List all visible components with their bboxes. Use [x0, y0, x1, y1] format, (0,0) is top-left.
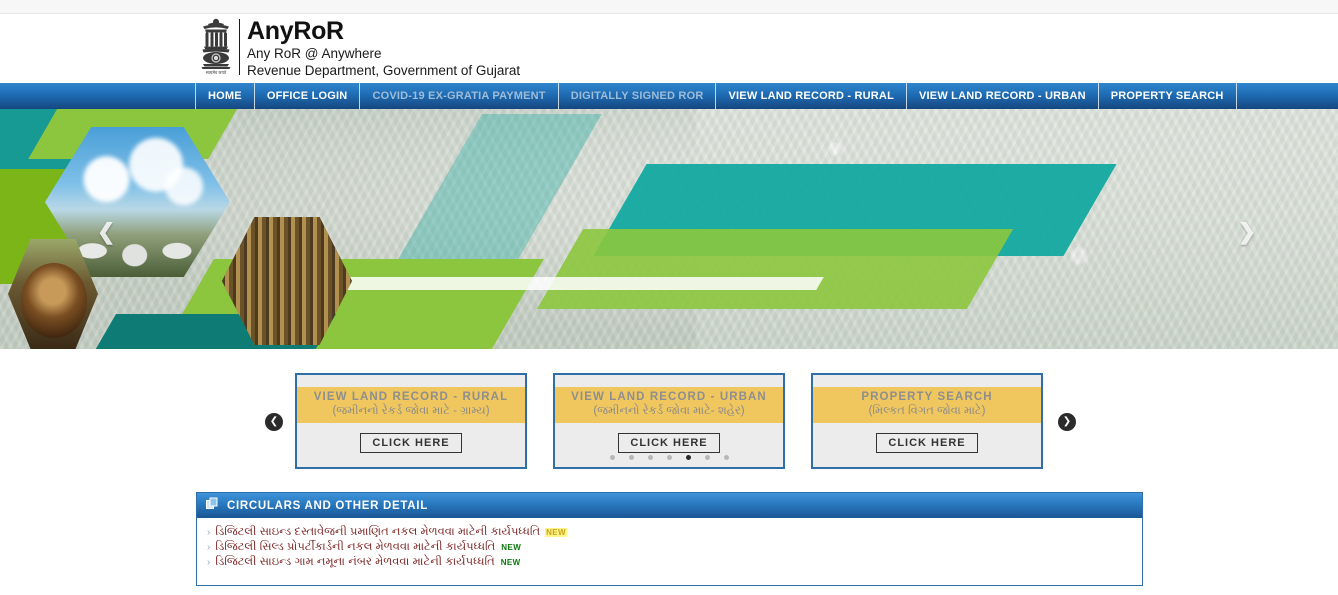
- chevron-right-icon: ›: [207, 526, 211, 538]
- circular-link[interactable]: › ડિજિટલી સાઇન્ડ દસ્તાવેજની પ્રમાણિત નકલ …: [207, 526, 1142, 539]
- main-navigation: HOME OFFICE LOGIN COVID-19 EX-GRATIA PAYME…: [0, 83, 1338, 113]
- cards-next-button[interactable]: ❯: [1058, 413, 1076, 431]
- service-card-click-here-button[interactable]: CLICK HERE: [876, 433, 978, 453]
- service-card-title-gu: (મિલ્કત વિગત જોવા માટે): [868, 405, 986, 417]
- nav-item-digitally-signed-ror[interactable]: DIGITALLY SIGNED ROR: [559, 83, 717, 109]
- service-card-title-en: VIEW LAND RECORD - URBAN: [571, 391, 767, 403]
- cards-pagination-dot[interactable]: [685, 455, 691, 460]
- logo-divider: [239, 19, 240, 75]
- banner-prev-arrow[interactable]: ❮: [97, 221, 115, 243]
- circular-link-text: ડિજિટલી સિલ્ડ પ્રોપર્ટીકાર્ડની નકલ મેળવવ…: [215, 541, 496, 553]
- cards-pagination-dot[interactable]: [723, 455, 729, 460]
- site-logo[interactable]: सत्यमेव जयते AnyRoR Any RoR @ Anywhere R…: [195, 17, 520, 79]
- site-header: सत्यमेव जयते AnyRoR Any RoR @ Anywhere R…: [0, 14, 1338, 83]
- site-department: Revenue Department, Government of Gujara…: [247, 63, 521, 78]
- nav-item-office-login[interactable]: OFFICE LOGIN: [255, 83, 361, 109]
- service-card-click-here-button[interactable]: CLICK HERE: [360, 433, 462, 453]
- cards-pagination-dot[interactable]: [628, 455, 634, 460]
- cards-pagination-dot[interactable]: [647, 455, 653, 460]
- new-badge: NEW: [500, 558, 521, 567]
- chevron-right-icon: ›: [207, 541, 211, 553]
- cards-pagination: [0, 455, 1338, 460]
- new-badge: NEW: [545, 528, 567, 537]
- cards-prev-button[interactable]: ❮: [265, 413, 283, 431]
- service-card-band: VIEW LAND RECORD - RURAL (જમીનનો રેકર્ડ જ…: [297, 387, 525, 423]
- site-title: AnyRoR: [247, 17, 344, 45]
- circulars-panel-title: CIRCULARS AND OTHER DETAIL: [227, 499, 428, 512]
- hero-banner-carousel[interactable]: ❮ ❯: [0, 109, 1338, 349]
- service-card-click-here-button[interactable]: CLICK HERE: [618, 433, 720, 453]
- circulars-list: › ડિજિટલી સાઇન્ડ દસ્તાવેજની પ્રમાણિત નકલ …: [197, 518, 1142, 585]
- nav-item-home[interactable]: HOME: [195, 83, 255, 109]
- service-card-title-gu: (જમીનનો રેકર્ડ જોવા માટે - ગ્રામ્ય): [332, 405, 490, 417]
- service-card-title-gu: (જમીનનો રેકર્ડ જોવા માટે- શહેર): [593, 405, 745, 417]
- banner-next-arrow[interactable]: ❯: [1238, 221, 1256, 243]
- circular-link[interactable]: › ડિજિટલી સાઇન્ડ ગામ નમૂના નંબર મેળવવા મા…: [207, 556, 1142, 569]
- site-tagline: Any RoR @ Anywhere: [247, 46, 382, 61]
- nav-item-property-search[interactable]: PROPERTY SEARCH: [1099, 83, 1237, 109]
- service-cards-carousel: ❮ VIEW LAND RECORD - RURAL (જમીનનો રેકર્ડ…: [0, 349, 1338, 489]
- india-state-emblem-icon: सत्यमेव जयते: [195, 17, 237, 77]
- banner-shape: [536, 229, 1014, 309]
- cards-pagination-dot[interactable]: [666, 455, 672, 460]
- chevron-right-icon: ›: [207, 556, 211, 568]
- service-card-title-en: VIEW LAND RECORD - RURAL: [313, 391, 509, 403]
- circular-link[interactable]: › ડિજિટલી સિલ્ડ પ્રોપર્ટીકાર્ડની નકલ મેળવ…: [207, 541, 1142, 554]
- nav-item-view-land-record-rural[interactable]: VIEW LAND RECORD - RURAL: [716, 83, 907, 109]
- nav-item-view-land-record-urban[interactable]: VIEW LAND RECORD - URBAN: [907, 83, 1099, 109]
- nav-item-covid-19-ex-gratia-payment[interactable]: COVID-19 EX-GRATIA PAYMENT: [360, 83, 559, 109]
- svg-text:सत्यमेव जयते: सत्यमेव जयते: [206, 70, 227, 75]
- circular-link-text: ડિજિટલી સાઇન્ડ દસ્તાવેજની પ્રમાણિત નકલ મ…: [215, 526, 541, 538]
- circulars-panel-header: CIRCULARS AND OTHER DETAIL: [197, 493, 1142, 518]
- cards-pagination-dot[interactable]: [609, 455, 615, 460]
- service-card-title-en: PROPERTY SEARCH: [861, 391, 993, 403]
- top-strip: [0, 0, 1338, 14]
- circular-link-text: ડિજિટલી સાઇન્ડ ગામ નમૂના નંબર મેળવવા માટ…: [215, 556, 495, 568]
- service-card-band: VIEW LAND RECORD - URBAN (જમીનનો રેકર્ડ જ…: [555, 387, 783, 423]
- new-badge: NEW: [501, 543, 522, 552]
- circulars-panel: CIRCULARS AND OTHER DETAIL › ડિજિટલી સાઇન…: [196, 492, 1143, 586]
- cards-pagination-dot[interactable]: [704, 455, 710, 460]
- service-card-band: PROPERTY SEARCH (મિલ્કત વિગત જોવા માટે): [813, 387, 1041, 423]
- banner-shape: [296, 277, 824, 290]
- copy-documents-icon: [206, 497, 219, 515]
